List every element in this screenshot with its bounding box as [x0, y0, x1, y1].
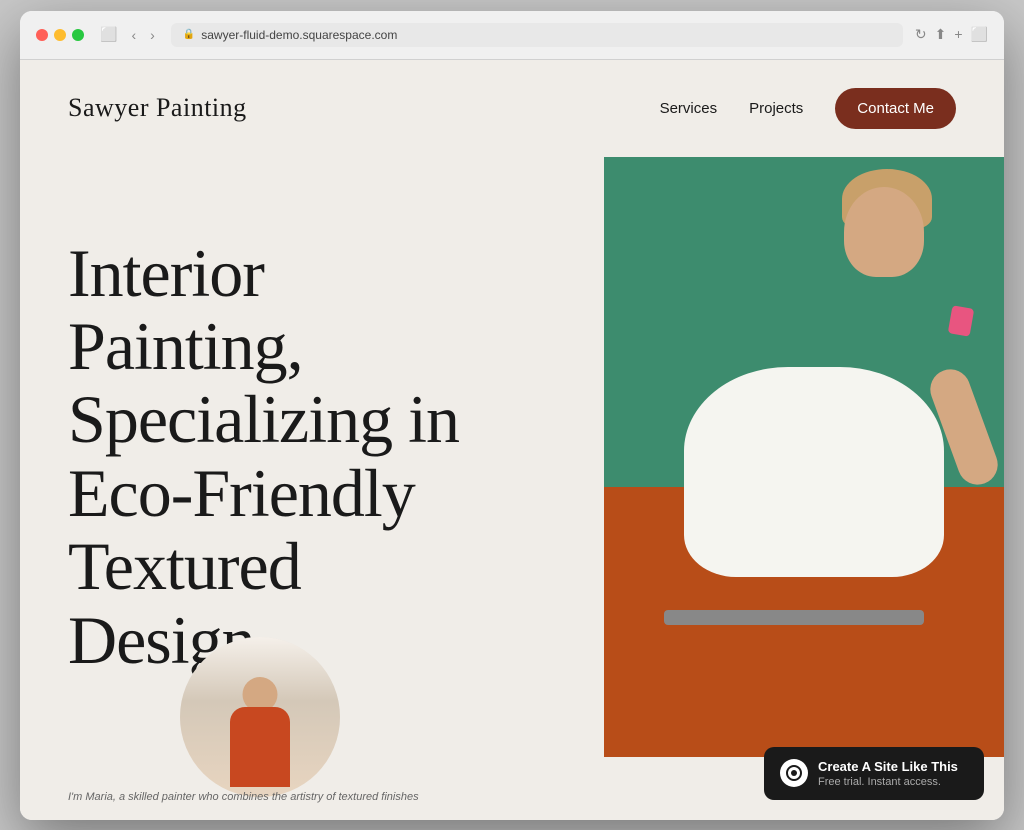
- website-content: Sawyer Painting Services Projects Contac…: [20, 60, 1004, 820]
- minimize-button[interactable]: [54, 29, 66, 41]
- tabs-button[interactable]: ⬜: [971, 26, 988, 43]
- hero-main-photo: [604, 157, 1004, 757]
- caption-text: I'm Maria, a skilled painter who combine…: [68, 791, 419, 803]
- address-bar[interactable]: 🔒 sawyer-fluid-demo.squarespace.com: [171, 23, 903, 47]
- badge-text: Create A Site Like This Free trial. Inst…: [818, 759, 958, 788]
- back-button[interactable]: ⬜: [96, 24, 121, 45]
- squarespace-badge[interactable]: Create A Site Like This Free trial. Inst…: [764, 747, 984, 800]
- laptop: [664, 610, 924, 625]
- forward-button[interactable]: ‹: [127, 25, 140, 45]
- nav-link-projects[interactable]: Projects: [749, 100, 803, 117]
- nav-link-services[interactable]: Services: [660, 100, 718, 117]
- browser-actions: ↻ ⬆ + ⬜: [915, 26, 988, 43]
- lock-icon: 🔒: [183, 29, 195, 40]
- browser-window: ⬜ ‹ › 🔒 sawyer-fluid-demo.squarespace.co…: [20, 11, 1004, 820]
- squarespace-icon: [780, 759, 808, 787]
- fullscreen-button[interactable]: [72, 29, 84, 41]
- hero-section: Interior Painting, Specializing in Eco-F…: [20, 157, 1004, 817]
- site-nav: Sawyer Painting Services Projects Contac…: [20, 60, 1004, 157]
- site-logo[interactable]: Sawyer Painting: [68, 93, 247, 123]
- contact-me-button[interactable]: Contact Me: [835, 88, 956, 129]
- small-circular-photo: [180, 637, 340, 797]
- paint-swatch: [948, 305, 975, 336]
- badge-subtitle: Free trial. Instant access.: [818, 776, 958, 788]
- share-button[interactable]: ⬆: [935, 26, 947, 43]
- browser-chrome: ⬜ ‹ › 🔒 sawyer-fluid-demo.squarespace.co…: [20, 11, 1004, 60]
- close-button[interactable]: [36, 29, 48, 41]
- nav-links: Services Projects Contact Me: [660, 88, 956, 129]
- url-text: sawyer-fluid-demo.squarespace.com: [201, 28, 397, 42]
- hero-heading: Interior Painting, Specializing in Eco-F…: [68, 237, 488, 678]
- person-shirt: [684, 367, 944, 577]
- person-face: [844, 187, 924, 277]
- traffic-lights: [36, 29, 84, 41]
- browser-nav-controls: ⬜ ‹ ›: [96, 24, 159, 45]
- forward-arrow[interactable]: ›: [146, 25, 159, 45]
- refresh-button[interactable]: ↻: [915, 26, 927, 43]
- caption-bar: I'm Maria, a skilled painter who combine…: [68, 775, 604, 817]
- badge-title: Create A Site Like This: [818, 759, 958, 774]
- new-tab-button[interactable]: +: [954, 26, 962, 43]
